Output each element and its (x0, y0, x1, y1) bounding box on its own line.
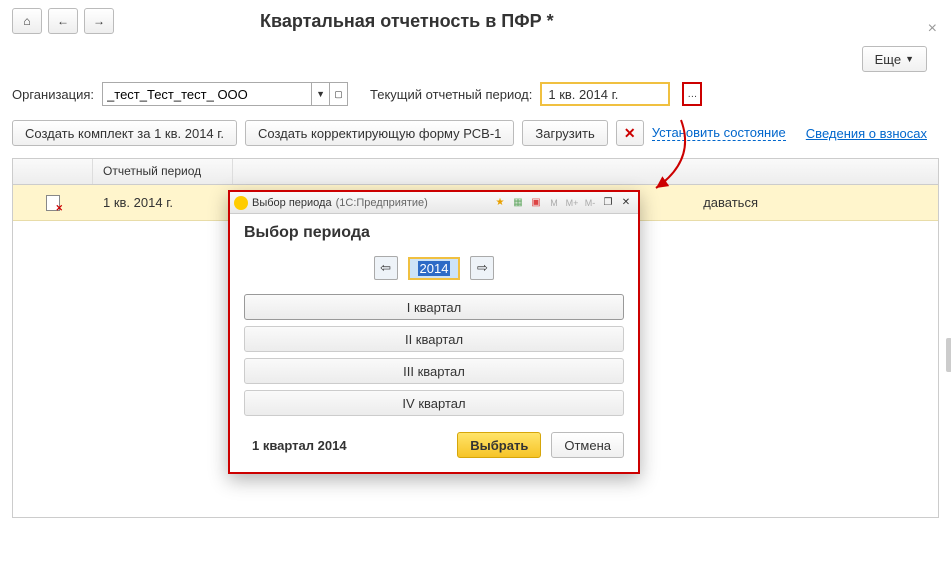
prev-year-button[interactable]: ⇦ (374, 256, 398, 280)
quarter-3-button[interactable]: III квартал (244, 358, 624, 384)
select-button[interactable]: Выбрать (457, 432, 541, 458)
period-ellipsis-button[interactable]: … (682, 82, 702, 106)
org-dropdown-icon[interactable]: ▼ (312, 82, 330, 106)
quarter-1-button[interactable]: I квартал (244, 294, 624, 320)
create-correction-button[interactable]: Создать корректирующую форму РСВ-1 (245, 120, 514, 146)
period-label: Текущий отчетный период: (370, 87, 532, 102)
dialog-titlebar[interactable]: Выбор периода (1С:Предприятие) ★ ▦ ▣ M M… (230, 192, 638, 214)
page-title: Квартальная отчетность в ПФР * (260, 11, 554, 32)
scrollbar[interactable] (946, 338, 951, 372)
back-button[interactable]: ← (48, 8, 78, 34)
col-period: Отчетный период (93, 159, 233, 184)
calculator-icon[interactable]: ▦ (510, 195, 526, 211)
home-button[interactable]: ⌂ (12, 8, 42, 34)
x-icon: ✕ (624, 125, 636, 142)
m-button[interactable]: M (546, 195, 562, 211)
period-select-dialog: Выбор периода (1С:Предприятие) ★ ▦ ▣ M M… (228, 190, 640, 474)
org-label: Организация: (12, 87, 94, 102)
m-plus-button[interactable]: M+ (564, 195, 580, 211)
delete-button[interactable]: ✕ (616, 120, 644, 146)
more-label: Еще (875, 52, 901, 67)
close-icon[interactable]: × (928, 20, 937, 38)
cell-period: 1 кв. 2014 г. (93, 195, 233, 210)
current-period-field: 1 кв. 2014 г. (540, 82, 670, 106)
more-button[interactable]: Еще ▼ (862, 46, 927, 72)
load-button[interactable]: Загрузить (522, 120, 607, 146)
dialog-heading: Выбор периода (244, 224, 624, 242)
window-restore-icon[interactable]: ❐ (600, 195, 616, 211)
org-open-icon[interactable]: ▢ (330, 82, 348, 106)
doc-error-icon (46, 195, 60, 211)
year-field[interactable]: 2014 (408, 257, 461, 280)
cancel-button[interactable]: Отмена (551, 432, 624, 458)
selected-period-label: 1 квартал 2014 (244, 438, 447, 453)
m-minus-button[interactable]: M- (582, 195, 598, 211)
org-select[interactable] (102, 82, 312, 106)
dialog-title: Выбор периода (252, 197, 332, 209)
create-set-button[interactable]: Создать комплект за 1 кв. 2014 г. (12, 120, 237, 146)
contributions-link[interactable]: Сведения о взносах (806, 126, 927, 141)
forward-button[interactable]: → (84, 8, 114, 34)
favorite-icon[interactable]: ★ (492, 195, 508, 211)
quarter-4-button[interactable]: IV квартал (244, 390, 624, 416)
chevron-down-icon: ▼ (905, 54, 914, 64)
app-logo-icon (234, 196, 248, 210)
calendar-icon[interactable]: ▣ (528, 195, 544, 211)
product-label: (1С:Предприятие) (336, 197, 428, 209)
set-state-link[interactable]: Установить состояние (652, 125, 786, 141)
window-close-icon[interactable]: ✕ (618, 195, 634, 211)
next-year-button[interactable]: ⇨ (470, 256, 494, 280)
quarter-2-button[interactable]: II квартал (244, 326, 624, 352)
col-icon (13, 159, 93, 184)
